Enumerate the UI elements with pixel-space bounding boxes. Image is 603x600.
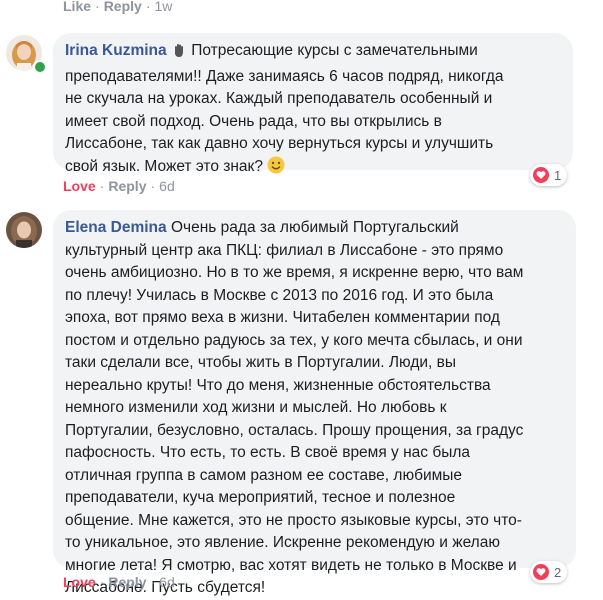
- comment-bubble: Irina Kuzmina Потресающие курсы с замеча…: [53, 33, 573, 175]
- author-name[interactable]: Elena Demina: [65, 219, 167, 236]
- reaction-count: 2: [554, 564, 562, 580]
- heart-icon: [533, 564, 549, 580]
- comment-text-line: Очень рада за любимый Португальский: [170, 219, 459, 236]
- comment-text-line: имеет свой подход. Очень рада, что вы от…: [65, 112, 442, 130]
- smiley-emoji-icon: [267, 156, 285, 182]
- comment-text-line: общение. Мне кажется, это не просто язык…: [65, 511, 522, 529]
- raised-hand-emoji-icon: [171, 42, 187, 66]
- reaction-counter[interactable]: 1: [530, 164, 568, 186]
- comment-text-line: преподаватели, куча мероприятий, тесное …: [65, 489, 456, 506]
- like-button[interactable]: Like: [63, 0, 91, 14]
- comment-actions: Love · Reply · 6d: [63, 178, 175, 194]
- comment-actions: Love · Reply · 6d: [63, 574, 175, 590]
- comment-text-line: пафосность. Что есть, то есть. В своё вр…: [65, 444, 471, 461]
- comment-text-line: свой язык. Может это знак?: [65, 157, 263, 175]
- comment-text-line: Лиссабоне, так как давно хочу вернуться …: [65, 135, 494, 152]
- comment-text-line: не скучала на уроках. Каждый преподавате…: [65, 90, 493, 107]
- reply-button[interactable]: Reply: [108, 574, 146, 590]
- reply-button[interactable]: Reply: [108, 178, 146, 194]
- comment-text-line: таки сделали все, чтобы жить в Португали…: [65, 354, 457, 371]
- comment-bubble: Elena Demina Очень рада за любимый Порту…: [53, 210, 576, 596]
- reaction-count: 1: [554, 167, 562, 183]
- comment-text-line: эпоха, вот прямо веха в жизни. Читабелен…: [65, 309, 500, 326]
- comment-text-line: постом и отдельно радуюсь за тех, у кого…: [65, 331, 523, 349]
- comment-first-line: Elena Demina Очень рада за любимый Порту…: [65, 217, 564, 240]
- comment-text-line: Португалии, безусловно, осталась. Прошу …: [65, 421, 524, 439]
- comment-text-line: отличная группа в самом разном ее состав…: [65, 466, 463, 484]
- heart-icon: [533, 167, 549, 183]
- comment-text-line: Потресающие курсы с замечательными: [191, 42, 478, 59]
- timestamp: 6d: [159, 574, 175, 590]
- avatar[interactable]: [6, 212, 42, 248]
- online-status-dot: [33, 60, 47, 74]
- love-button[interactable]: Love: [63, 178, 96, 194]
- love-button[interactable]: Love: [63, 574, 96, 590]
- comment-text-line: по плечу! Училась в Москве с 2013 по 201…: [65, 286, 494, 304]
- top-comment-actions: Like · Reply · 1w: [63, 0, 173, 14]
- comment-text-line: очень амбициозно. Но в то же время, я ис…: [65, 264, 524, 281]
- comment-text-line: культурный центр ака ПКЦ: филиал в Лисса…: [65, 241, 504, 259]
- reply-button[interactable]: Reply: [104, 0, 142, 14]
- comment-text-line: то уникальное, это явление. Искренне рек…: [65, 534, 500, 551]
- comment-text-line: преподавателями!! Даже занимаясь 6 часов…: [65, 67, 504, 85]
- author-name[interactable]: Irina Kuzmina: [65, 42, 167, 59]
- reaction-counter[interactable]: 2: [530, 561, 568, 583]
- timestamp: 1w: [154, 0, 173, 14]
- comment-first-line: Irina Kuzmina Потресающие курсы с замеча…: [65, 40, 561, 66]
- timestamp: 6d: [159, 178, 175, 194]
- comment-text-line: немного изменили ход жизни и мыслей. Но …: [65, 399, 447, 416]
- comment-text-line: нереально круты! Что до меня, жизненные …: [65, 376, 491, 394]
